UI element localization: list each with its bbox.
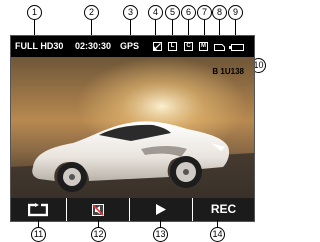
callout-7: 7 [197, 5, 212, 20]
sd-card-icon [214, 43, 225, 51]
dashcam-screen: FULL HD30 02:30:30 GPS L C M B 1U138 REC [10, 35, 255, 222]
loop-button[interactable] [11, 198, 66, 221]
play-icon [156, 204, 166, 215]
lock-c-icon: C [184, 42, 193, 51]
motion-m-icon: M [199, 42, 208, 51]
record-label: REC [210, 202, 237, 216]
leader-11 [38, 220, 39, 227]
callout-12: 12 [91, 227, 106, 242]
callout-1: 1 [27, 5, 42, 20]
lock-l-icon: L [168, 42, 177, 51]
resolution-label: FULL HD30 [15, 41, 64, 51]
leader-14 [217, 220, 218, 227]
mute-icon [92, 204, 104, 216]
battery-icon [229, 43, 244, 51]
callout-6: 6 [181, 5, 196, 20]
car-photo [11, 57, 254, 198]
play-button[interactable] [130, 198, 192, 221]
callout-4: 4 [148, 5, 163, 20]
callout-11: 11 [31, 227, 46, 242]
leader-13 [160, 220, 161, 227]
status-bar: FULL HD30 02:30:30 GPS L C M [11, 36, 254, 57]
callout-9: 9 [228, 5, 243, 20]
leader-12 [98, 220, 99, 227]
camera-preview: B 1U138 [11, 57, 254, 198]
callout-8: 8 [212, 5, 227, 20]
callout-5: 5 [165, 5, 180, 20]
recording-timer: 02:30:30 [75, 41, 112, 51]
callout-2: 2 [84, 5, 99, 20]
control-bar: REC [11, 198, 254, 221]
callout-14: 14 [210, 227, 225, 242]
exposure-icon [153, 42, 162, 51]
mute-button[interactable] [67, 198, 129, 221]
loop-icon [28, 203, 48, 217]
callout-13: 13 [153, 227, 168, 242]
plate-number: B 1U138 [212, 67, 244, 76]
callout-3: 3 [123, 5, 138, 20]
record-button[interactable]: REC [193, 198, 254, 221]
gps-indicator: GPS [120, 41, 140, 51]
